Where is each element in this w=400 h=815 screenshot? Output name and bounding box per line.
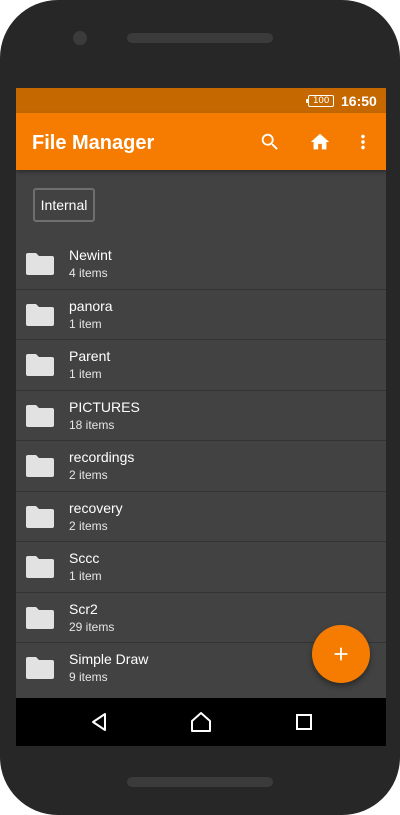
folder-row[interactable]: recovery 2 items xyxy=(16,492,386,542)
folder-icon xyxy=(26,505,54,528)
bottom-speaker xyxy=(127,777,273,787)
recents-icon[interactable] xyxy=(291,710,317,734)
folder-name: Parent xyxy=(69,348,111,364)
folder-name: recordings xyxy=(69,449,135,465)
folder-row[interactable]: recordings 2 items xyxy=(16,441,386,492)
folder-name: Scr2 xyxy=(69,600,98,617)
folder-icon xyxy=(26,606,54,629)
app-bar: File Manager xyxy=(16,113,386,170)
folder-item-count: 2 items xyxy=(69,518,108,533)
folder-name: panora xyxy=(69,297,113,314)
folder-row[interactable]: Sccc 1 item xyxy=(16,542,386,593)
add-button[interactable] xyxy=(312,625,370,683)
folder-item-count: 18 items xyxy=(69,417,115,432)
folder-item-count: 1 item xyxy=(69,367,102,381)
home-icon[interactable] xyxy=(306,128,334,156)
phone-frame: 100 16:50 File Manager Internal Newint 4 … xyxy=(0,0,400,815)
folder-item-count: 1 item xyxy=(69,316,102,331)
folder-item-count: 4 items xyxy=(69,266,108,280)
navigation-bar xyxy=(16,698,386,746)
folder-name: Simple Draw xyxy=(69,651,149,667)
folder-name: Sccc xyxy=(69,550,100,566)
home-nav-icon[interactable] xyxy=(188,710,214,734)
folder-item-count: 2 items xyxy=(69,468,108,482)
folder-icon xyxy=(26,657,54,679)
folder-name: PICTURES xyxy=(69,398,140,415)
screen: 100 16:50 File Manager Internal Newint 4 … xyxy=(16,88,386,746)
folder-icon xyxy=(26,303,54,326)
folder-name: recovery xyxy=(69,499,123,516)
back-icon[interactable] xyxy=(86,710,112,734)
add-icon xyxy=(334,647,348,661)
folder-icon xyxy=(26,404,54,427)
battery-indicator: 100 xyxy=(306,95,334,107)
status-bar: 100 16:50 xyxy=(16,88,386,113)
folder-list: Newint 4 items panora 1 item Parent 1 item PIC… xyxy=(16,239,386,694)
folder-item-count: 29 items xyxy=(69,619,115,634)
folder-icon xyxy=(26,354,54,376)
folder-name: Newint xyxy=(69,247,112,263)
folder-icon xyxy=(26,253,54,275)
more-vert-icon[interactable] xyxy=(349,128,377,156)
app-title: File Manager xyxy=(32,132,155,154)
folder-item-count: 9 items xyxy=(69,670,108,684)
folder-icon xyxy=(26,556,54,578)
folder-item-count: 1 item xyxy=(69,569,102,583)
status-time: 16:50 xyxy=(341,93,377,109)
search-icon[interactable] xyxy=(256,128,284,156)
folder-row[interactable]: PICTURES 18 items xyxy=(16,391,386,441)
folder-row[interactable]: Newint 4 items xyxy=(16,239,386,290)
folder-icon xyxy=(26,455,54,477)
storage-chip-internal[interactable]: Internal xyxy=(33,188,95,222)
front-camera xyxy=(73,31,87,45)
folder-row[interactable]: panora 1 item xyxy=(16,290,386,340)
earpiece-speaker xyxy=(127,33,273,43)
folder-row[interactable]: Parent 1 item xyxy=(16,340,386,391)
